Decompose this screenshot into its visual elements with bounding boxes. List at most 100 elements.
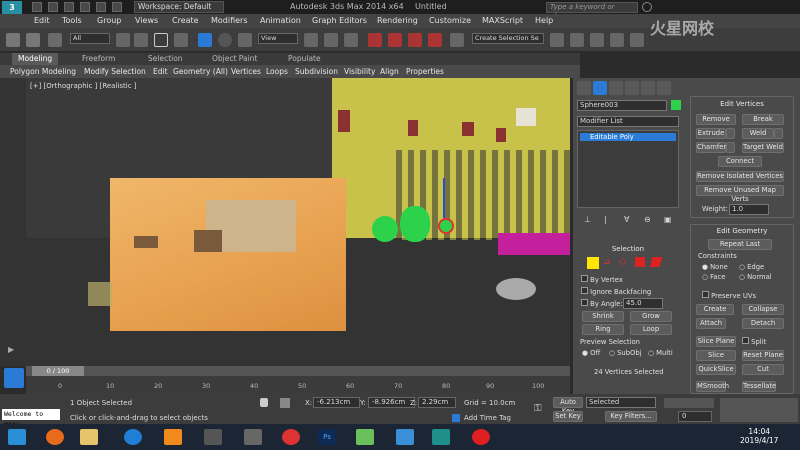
- bind-space-warp-icon[interactable]: [48, 33, 62, 47]
- undo-icon[interactable]: [80, 2, 90, 12]
- y-coordinate-field[interactable]: -8.926cm: [368, 397, 415, 408]
- key-filters-button[interactable]: Key Filters...: [605, 411, 657, 422]
- preview-multi-radio[interactable]: ○ Multi: [648, 349, 673, 357]
- 3dsmax-taskbar-icon[interactable]: [396, 429, 414, 445]
- motion-tab-icon[interactable]: [625, 81, 639, 95]
- weight-input[interactable]: 1.0: [729, 204, 769, 215]
- time-tag-icon[interactable]: [452, 414, 460, 422]
- preserve-uvs-option[interactable]: Preserve UVs: [702, 291, 756, 300]
- remove-isolated-vertices-button[interactable]: Remove Isolated Vertices: [696, 171, 784, 182]
- menu-views[interactable]: Views: [135, 16, 158, 25]
- split-option[interactable]: Split: [742, 337, 766, 346]
- named-selection-set-dropdown[interactable]: Create Selection Se: [472, 33, 544, 44]
- select-scale-icon[interactable]: [238, 33, 252, 47]
- sublime-icon[interactable]: [164, 429, 182, 445]
- vertex-mode-icon[interactable]: [587, 257, 599, 269]
- menu-customize[interactable]: Customize: [429, 16, 471, 25]
- ribbon-subdivision[interactable]: Subdivision: [295, 67, 338, 76]
- configure-sets-icon[interactable]: ▣: [664, 215, 672, 224]
- playback-controls[interactable]: [664, 398, 714, 408]
- create-tab-icon[interactable]: [577, 81, 591, 95]
- ribbon-polygon-modeling[interactable]: Polygon Modeling: [10, 67, 76, 76]
- selection-rollout-title[interactable]: Selection: [577, 245, 679, 253]
- maxscript-listener[interactable]: Welcome to MAX!: [2, 409, 60, 429]
- select-move-icon[interactable]: [198, 33, 212, 47]
- scene-selected-sphere[interactable]: [438, 218, 454, 234]
- track-bar[interactable]: 0 10 20 30 40 50 60 70 80 90 100: [26, 376, 570, 394]
- by-vertex-option[interactable]: By Vertex: [581, 275, 623, 284]
- stack-item-editable-poly[interactable]: Editable Poly: [580, 133, 676, 141]
- menu-modifiers[interactable]: Modifiers: [211, 16, 248, 25]
- align-icon[interactable]: [570, 33, 584, 47]
- graphite-toolbar-icon[interactable]: [610, 33, 624, 47]
- set-key-button[interactable]: Set Key: [553, 411, 583, 422]
- save-icon[interactable]: [64, 2, 74, 12]
- add-time-tag-button[interactable]: Add Time Tag: [464, 414, 511, 422]
- menu-tools[interactable]: Tools: [62, 16, 82, 25]
- x-coordinate-field[interactable]: -6.213cm: [313, 397, 360, 408]
- current-frame-field[interactable]: 0: [678, 411, 712, 422]
- gizmo-z-axis[interactable]: [443, 178, 445, 218]
- modifier-list-dropdown[interactable]: Modifier List: [577, 116, 679, 127]
- remove-unused-map-verts-button[interactable]: Remove Unused Map Verts: [696, 185, 784, 203]
- ribbon-visibility[interactable]: Visibility: [344, 67, 375, 76]
- slice-plane-button[interactable]: Slice Plane: [696, 336, 736, 347]
- select-object-icon[interactable]: [116, 33, 130, 47]
- create-button[interactable]: Create: [696, 304, 734, 315]
- absolute-relative-toggle-icon[interactable]: [280, 398, 290, 408]
- viewport[interactable]: [+] [Orthographic ] [Realistic ]: [26, 78, 570, 366]
- constraint-none-radio[interactable]: ● None: [702, 263, 728, 271]
- unity-icon[interactable]: [204, 429, 222, 445]
- select-manipulate-icon[interactable]: [324, 33, 338, 47]
- constraint-edge-radio[interactable]: ○ Edge: [739, 263, 764, 271]
- curve-editor-icon[interactable]: [630, 33, 644, 47]
- angle-input[interactable]: 45.0: [623, 298, 663, 309]
- weld-settings-button[interactable]: [774, 128, 783, 139]
- preview-off-radio[interactable]: ● Off: [582, 349, 600, 357]
- file-explorer-icon[interactable]: [80, 429, 98, 445]
- tab-freeform[interactable]: Freeform: [76, 53, 121, 65]
- rectangle-selection-icon[interactable]: [154, 33, 168, 47]
- preserve-uvs-checkbox[interactable]: [702, 291, 709, 298]
- app-logo-icon[interactable]: 3: [2, 1, 22, 14]
- firefox-icon[interactable]: [46, 429, 64, 445]
- image-viewer-icon[interactable]: [356, 429, 374, 445]
- z-coordinate-field[interactable]: 2.29cm: [418, 397, 456, 408]
- viewport-label[interactable]: [+] [Orthographic ] [Realistic ]: [30, 82, 137, 90]
- slice-button[interactable]: Slice: [696, 350, 736, 361]
- extrude-button[interactable]: Extrude: [696, 128, 726, 139]
- expand-arrow-icon[interactable]: ▶: [8, 345, 14, 354]
- display-tab-icon[interactable]: [641, 81, 655, 95]
- msmooth-button[interactable]: MSmooth: [696, 381, 729, 392]
- remove-button[interactable]: Remove: [696, 114, 736, 125]
- reference-coordinate-dropdown[interactable]: View: [258, 33, 298, 44]
- constraint-face-radio[interactable]: ○ Face: [702, 273, 725, 281]
- start-button-icon[interactable]: [8, 429, 26, 445]
- detach-button[interactable]: Detach: [742, 318, 784, 329]
- search-input[interactable]: Type a keyword or phrase: [546, 2, 638, 20]
- select-by-name-icon[interactable]: [134, 33, 148, 47]
- menu-maxscript[interactable]: MAXScript: [482, 16, 523, 25]
- tab-selection[interactable]: Selection: [142, 53, 189, 65]
- hierarchy-tab-icon[interactable]: [609, 81, 623, 95]
- chamfer-button[interactable]: Chamfer: [696, 142, 726, 153]
- keyboard-shortcut-icon[interactable]: [344, 33, 358, 47]
- by-angle-option[interactable]: By Angle:: [581, 299, 623, 308]
- break-button[interactable]: Break: [742, 114, 784, 125]
- constraint-normal-radio[interactable]: ○ Normal: [739, 273, 772, 281]
- app-icon[interactable]: [244, 429, 262, 445]
- tessellate-button[interactable]: Tessellate: [742, 381, 776, 392]
- utilities-tab-icon[interactable]: [657, 81, 671, 95]
- show-end-result-icon[interactable]: |: [604, 215, 607, 224]
- cut-button[interactable]: Cut: [742, 364, 784, 375]
- ribbon-loops[interactable]: Loops: [266, 67, 288, 76]
- new-file-icon[interactable]: [32, 2, 42, 12]
- chamfer-settings-button[interactable]: [726, 142, 735, 153]
- make-unique-icon[interactable]: ∀: [624, 215, 629, 224]
- time-slider-thumb[interactable]: 0 / 100: [32, 366, 84, 376]
- key-mode-dropdown[interactable]: Selected: [586, 397, 656, 408]
- search-icon[interactable]: [642, 2, 652, 12]
- auto-key-button[interactable]: Auto Key: [553, 397, 583, 415]
- system-clock[interactable]: 14:04 2019/4/17: [740, 427, 778, 445]
- unlink-icon[interactable]: [26, 33, 40, 47]
